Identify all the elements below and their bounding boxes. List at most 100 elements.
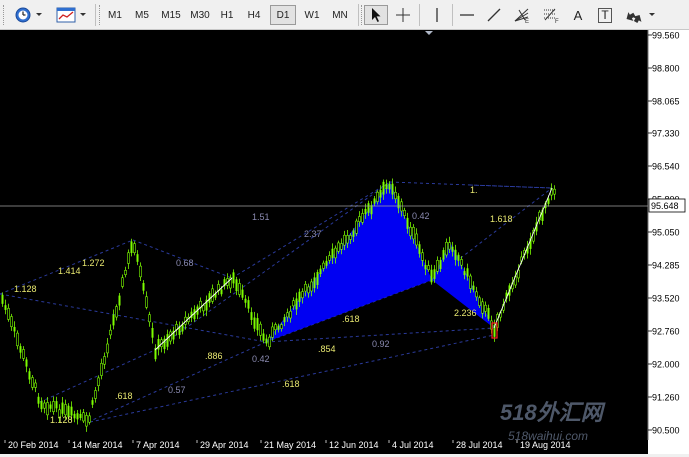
watermark-logo: 518外汇网 [500,400,606,425]
candle-body-bear [481,301,484,314]
candle-body-bull [256,318,259,331]
timeframe-h4-button[interactable]: H4 [241,5,267,25]
cursor-arrow-icon [372,8,381,22]
price-label: 93.520 [652,294,680,304]
toolbar-separator [419,4,420,26]
textbox-t-icon: T [598,7,612,23]
candle-body-bear [478,297,481,306]
svg-text:E: E [525,19,529,23]
candle-body-bull [19,346,22,353]
candle-body-bull [61,402,64,414]
vertical-line-tool-button[interactable] [425,5,449,25]
candle-body-bull [79,413,82,418]
candle-body-bull [295,298,298,310]
candle-body-bear [100,363,103,376]
candle-body-bull [241,289,244,298]
time-axis-labels: 20 Feb 2014 14 Mar 2014 7 Apr 2014 29 Apr 2… [4,440,571,450]
horizontal-line-tool-button[interactable] [455,5,479,25]
candle-body-bear [409,226,412,237]
candle-body-bear [301,291,304,299]
candle-body-bull [1,294,4,304]
candle-body-bull [385,183,388,190]
chart-background[interactable] [0,30,648,440]
pattern-ratio-label: 1.414 [58,266,81,276]
timeframe-m1-button[interactable]: M1 [102,5,128,25]
price-label: 91.260 [652,393,680,403]
candle-body-bear [460,259,463,266]
candle-body-bull [28,371,31,380]
candle-body-bull [244,298,247,303]
clock-icon [15,7,42,23]
candle-body-bear [343,234,346,246]
candle-body-bear [145,296,148,308]
candle-body-bear [334,247,337,259]
cursor-tool-button[interactable] [364,5,388,25]
toolbar-grip[interactable] [3,5,7,25]
candle-body-bull [331,248,334,259]
chart-window[interactable]: 1.128 1.414 1.272 0.68 1.51 2.37 0.42 1. 1.618 .8… [0,30,689,454]
candle-body-bear [475,291,478,298]
text-box-tool-button[interactable]: T [593,5,617,25]
timeframe-mn-button[interactable]: MN [326,5,354,25]
candle-body-bear [304,283,307,292]
candle-body-bull [463,271,466,276]
time-label: 28 Jul 2014 [456,440,503,450]
timeframe-h1-button[interactable]: H1 [214,5,240,25]
candle-body-bear [286,312,289,318]
pattern-ratio-label: 0.92 [372,339,390,349]
candle-body-bear [94,390,97,399]
candle-body-bull [319,268,322,275]
price-axis-panel[interactable] [648,30,689,454]
candle-body-bear [358,216,361,222]
arrows-dropdown-button[interactable] [622,5,658,25]
crosshair-tool-button[interactable] [391,5,415,25]
candle-body-bear [553,188,556,195]
candle-body-bear [340,243,343,250]
fibonacci-fan-tool-button[interactable]: E [509,5,535,25]
timeframe-d1-button[interactable]: D1 [270,5,296,25]
candle-body-bear [88,415,91,423]
timeframe-m15-button[interactable]: M15 [156,5,186,25]
candle-body-bear [64,404,67,416]
watermark-url: 518waihui.com [508,429,588,443]
candle-body-bear [16,332,19,347]
period-dropdown-button[interactable] [12,5,46,25]
pattern-ratio-label: 1. [470,185,478,195]
chart-template-icon [56,7,86,23]
timeframe-m30-button[interactable]: M30 [186,5,214,25]
fibonacci-retracement-tool-button[interactable]: F [538,5,564,25]
pattern-ratio-label: .886 [205,351,223,361]
time-label: 4 Jul 2014 [392,440,434,450]
pattern-ratio-label: .618 [282,379,300,389]
pattern-ratio-label: 1.128 [14,284,37,294]
price-label: 98.065 [652,97,680,107]
candle-body-bull [13,326,16,332]
time-label: 29 Apr 2014 [200,440,249,450]
candle-body-bear [271,326,274,338]
templates-dropdown-button[interactable] [54,5,90,25]
candle-body-bear [361,213,364,223]
candle-body-bull [418,244,421,254]
candle-body-bull [298,291,301,302]
candle-body-bear [82,412,85,422]
candle-body-bull [73,413,76,419]
trendline-icon [487,8,501,22]
candle-body-bull [55,401,58,409]
timeframe-m5-button[interactable]: M5 [129,5,155,25]
price-label: 98.800 [652,64,680,74]
price-chart[interactable]: 1.128 1.4141.272 0.68 1.51 2.37 0.42 1. 1.618 .8… [0,30,689,454]
candle-body-bear [85,415,88,427]
text-label-tool-button[interactable]: A [567,5,589,25]
price-label: 92.000 [652,360,680,370]
time-label: 21 May 2014 [264,440,316,450]
crosshair-icon [396,8,410,22]
candle-body-bull [91,400,94,405]
timeframe-w1-button[interactable]: W1 [299,5,325,25]
candle-body-bear [148,314,151,323]
candle-body-bear [127,252,130,264]
candle-body-bull [118,295,121,306]
candle-body-bear [139,265,142,278]
candle-body-bear [307,286,310,294]
trendline-tool-button[interactable] [482,5,506,25]
svg-text:F: F [555,19,559,23]
